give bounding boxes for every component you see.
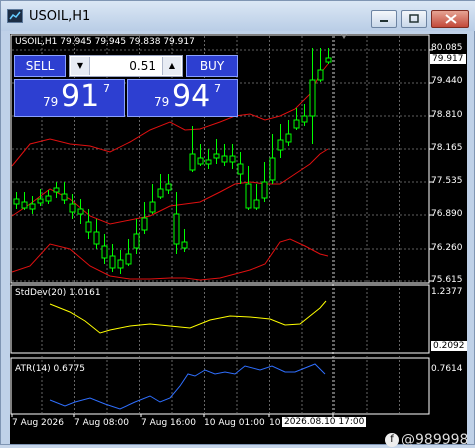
buy-quote[interactable]: 79 94 7: [127, 79, 238, 117]
current-price-tag: 79.917: [430, 54, 466, 64]
candle-body: [61, 193, 68, 201]
lot-size-value: 0.51: [129, 59, 156, 73]
candle-body: [37, 198, 44, 204]
close-button[interactable]: [431, 10, 469, 28]
candle-body: [309, 79, 316, 117]
price-axis-label: 79.440: [431, 76, 463, 86]
candle-body: [141, 217, 148, 231]
minimize-icon: [380, 20, 388, 22]
watermark-text: @989998: [401, 432, 469, 448]
sell-quote-main: 91: [61, 79, 100, 114]
symbol-info: USOIL,H1 79.945 79.945 79.838 79.917: [15, 37, 195, 47]
stddev-line: [49, 300, 327, 334]
triangle-up-icon: ▲: [168, 61, 176, 70]
candle-body: [85, 221, 92, 233]
candle-body: [221, 155, 228, 163]
stddev-axis-top: 1.2377: [431, 287, 463, 297]
candle-body: [325, 57, 332, 63]
price-axis-label: 78.165: [431, 143, 463, 153]
candle-body: [229, 155, 236, 163]
price-axis-label: 76.260: [431, 243, 463, 253]
stddev-axis-bottom: 0.2092: [431, 341, 467, 351]
candle-body: [109, 255, 116, 269]
sell-quote-prefix: 79: [43, 95, 59, 109]
price-axis-label: 80.085: [431, 43, 463, 53]
triangle-down-icon: ▼: [76, 61, 84, 70]
candle-body: [245, 183, 252, 209]
candle-body: [205, 159, 212, 165]
candle-body: [269, 157, 276, 181]
lot-increase-button[interactable]: ▲: [162, 57, 181, 75]
time-axis-label: 7 Aug 2026: [12, 418, 64, 428]
buy-quote-main: 94: [172, 79, 211, 114]
chart-window: USOIL,H1 USOIL,H1 79.945 79.945 79.838 7…: [0, 0, 475, 448]
candle-body: [93, 231, 100, 245]
sell-quote[interactable]: 79 91 7: [14, 79, 125, 117]
candle-body: [29, 203, 36, 210]
lot-decrease-button[interactable]: ▼: [71, 57, 90, 75]
candle-body: [277, 139, 284, 151]
maximize-icon: [409, 14, 419, 23]
candle-body: [101, 245, 108, 259]
buy-quote-sup: 7: [214, 82, 221, 95]
time-axis-label: 10 Aug 01:00: [204, 418, 265, 428]
close-icon: [445, 14, 457, 24]
candle-body: [117, 259, 124, 269]
candle-body: [317, 69, 324, 81]
candle-body: [285, 133, 292, 143]
time-axis-label: 7 Aug 08:00: [74, 418, 129, 428]
candle-body: [149, 201, 156, 213]
atr-axis-top: 0.7614: [431, 364, 463, 374]
watermark: f @989998: [385, 432, 468, 448]
candle-body: [189, 153, 196, 171]
candle-body: [69, 203, 76, 213]
price-axis-label: 78.810: [431, 110, 463, 120]
cursor-marker-icon: [341, 34, 347, 39]
atr-line: [49, 363, 326, 410]
price-axis-label: 75.615: [431, 275, 463, 285]
sell-button[interactable]: SELL: [14, 55, 66, 77]
price-axis-label: 77.535: [431, 176, 463, 186]
window-title: USOIL,H1: [29, 9, 91, 24]
candle-body: [173, 213, 180, 245]
time-axis-label: 7 Aug 16:00: [141, 418, 196, 428]
maximize-button[interactable]: [401, 10, 427, 28]
candle-body: [21, 201, 28, 209]
candle-body: [181, 241, 188, 249]
candle-body: [253, 199, 260, 209]
lot-size-input[interactable]: ▼ 0.51 ▲: [69, 55, 183, 77]
candle-body: [197, 157, 204, 165]
buy-quote-prefix: 79: [154, 95, 170, 109]
buy-button[interactable]: BUY: [186, 55, 238, 77]
candle-body: [13, 198, 20, 205]
chart-area[interactable]: USOIL,H1 79.945 79.945 79.838 79.917 Std…: [10, 34, 468, 448]
candle-body: [301, 115, 308, 123]
one-click-trading-panel: SELL ▼ 0.51 ▲ BUY 79 91 7 79 94 7: [14, 55, 238, 117]
candle-body: [45, 195, 52, 202]
candle-body: [165, 183, 172, 191]
chart-window-icon: [7, 9, 23, 23]
candle-body: [77, 208, 84, 215]
candle-body: [293, 119, 300, 129]
stddev-label: StdDev(20) 1.0161: [15, 288, 101, 298]
bollinger-lower-line: [11, 238, 329, 281]
candle-body: [157, 188, 164, 198]
atr-label: ATR(14) 0.6775: [15, 364, 86, 374]
title-bar[interactable]: USOIL,H1: [1, 1, 475, 31]
candle-body: [133, 233, 140, 249]
candle-body: [261, 181, 268, 199]
candle-body: [53, 187, 60, 193]
cursor-time-label: 2026.08.10 17:00: [282, 417, 367, 427]
candle-body: [125, 253, 132, 265]
minimize-button[interactable]: [371, 10, 397, 28]
price-axis-label: 76.890: [431, 209, 463, 219]
candle-body: [213, 153, 220, 159]
sell-quote-sup: 7: [103, 82, 110, 95]
candle-body: [237, 163, 244, 175]
